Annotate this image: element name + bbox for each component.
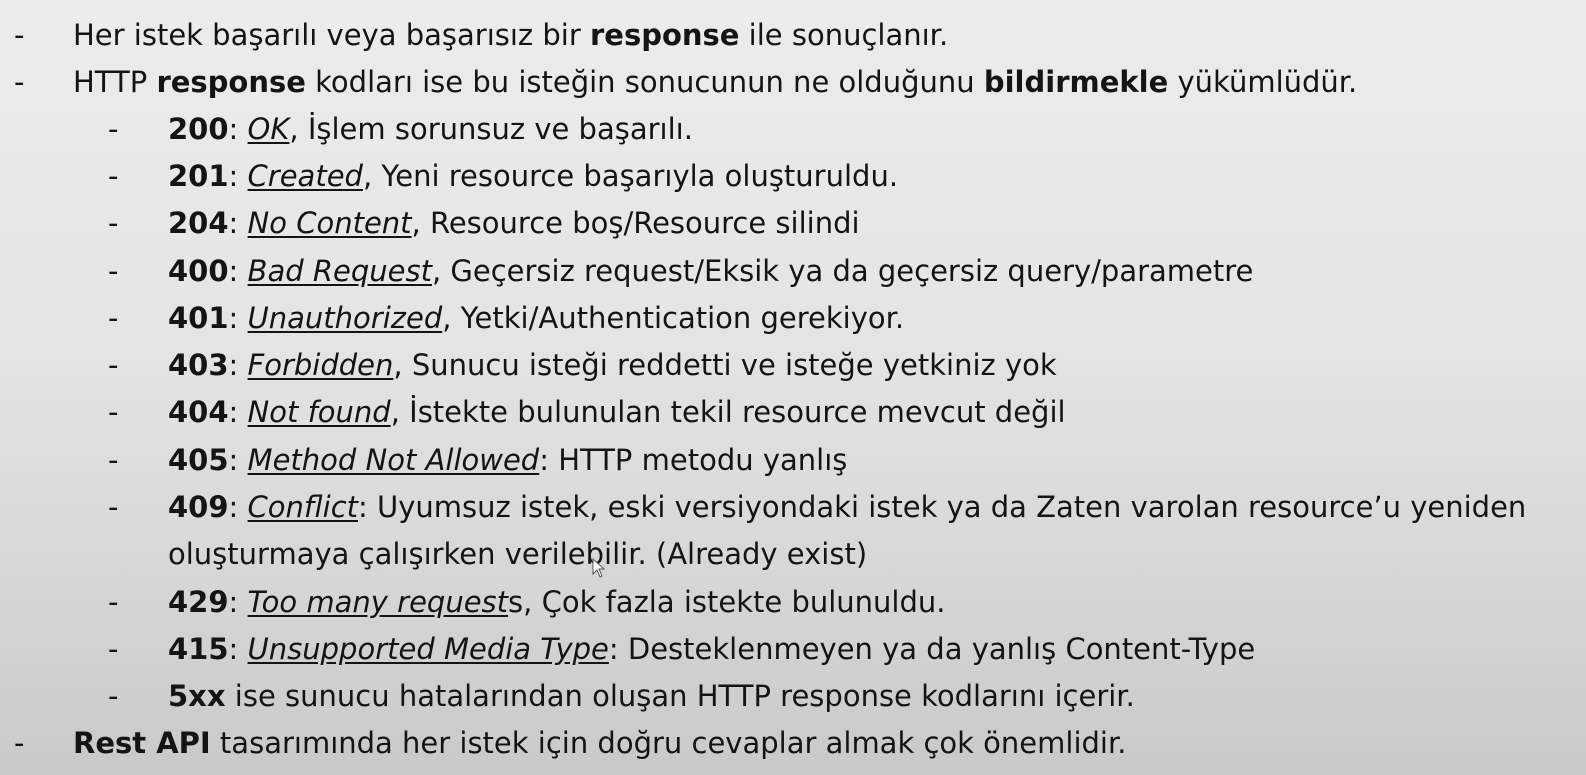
mouse-cursor-icon	[592, 558, 606, 578]
item-text: 204: No Content, Resource boş/Resource s…	[168, 206, 860, 240]
item-text: 403: Forbidden, Sunucu isteği reddetti v…	[168, 348, 1057, 382]
bullet-dash: -	[108, 301, 119, 335]
bullet-dash: -	[108, 206, 119, 240]
bullet-dash: -	[108, 632, 119, 666]
status-term: Unsupported Media Type	[247, 632, 609, 666]
bullet-dash: -	[108, 254, 119, 288]
item-text: HTTP response kodları ise bu isteğin son…	[73, 65, 1358, 99]
item-text: 405: Method Not Allowed: HTTP metodu yan…	[168, 443, 848, 477]
item-text: 201: Created, Yeni resource başarıyla ol…	[168, 159, 899, 193]
status-code: 403	[168, 348, 229, 382]
bullet-dash: -	[108, 395, 119, 429]
status-code-item: - 400: Bad Request, Geçersiz request/Eks…	[0, 248, 1586, 295]
item-text: 400: Bad Request, Geçersiz request/Eksik…	[168, 254, 1254, 288]
status-code: 400	[168, 254, 229, 288]
item-text: 404: Not found, İstekte bulunulan tekil …	[168, 395, 1066, 429]
bullet-dash: -	[108, 679, 119, 713]
status-term: OK	[247, 112, 290, 146]
status-code-item: - 200: OK, İşlem sorunsuz ve başarılı.	[0, 106, 1586, 153]
status-term: Bad Request	[247, 254, 432, 288]
item-text: Rest API tasarımında her istek için doğr…	[73, 726, 1127, 760]
status-code: 200	[168, 112, 229, 146]
status-code: 401	[168, 301, 229, 335]
list-item: - HTTP response kodları ise bu isteğin s…	[0, 59, 1586, 106]
item-text: 409: Conflict: Uyumsuz istek, eski versi…	[168, 490, 1527, 524]
status-code-item: - 5xx ise sunucu hatalarından oluşan HTT…	[0, 673, 1586, 720]
bullet-dash: -	[108, 443, 119, 477]
bullet-dash: -	[108, 348, 119, 382]
item-text: Her istek başarılı veya başarısız bir re…	[73, 18, 949, 52]
status-code-item: - 403: Forbidden, Sunucu isteği reddetti…	[0, 342, 1586, 389]
status-code-item: - 401: Unauthorized, Yetki/Authenticatio…	[0, 295, 1586, 342]
status-code: 405	[168, 443, 229, 477]
status-code-item: - 405: Method Not Allowed: HTTP metodu y…	[0, 437, 1586, 484]
status-code-item: - 404: Not found, İstekte bulunulan teki…	[0, 389, 1586, 436]
status-code-item: - 409: Conflict: Uyumsuz istek, eski ver…	[0, 484, 1586, 531]
status-term: Too many request	[247, 585, 509, 619]
status-code: 201	[168, 159, 229, 193]
bullet-dash: -	[108, 585, 119, 619]
item-text: 5xx ise sunucu hatalarından oluşan HTTP …	[168, 679, 1135, 713]
status-term: Conflict	[247, 490, 359, 524]
status-code: 204	[168, 206, 229, 240]
status-code: 5xx	[168, 679, 226, 713]
status-code-item: - 204: No Content, Resource boş/Resource…	[0, 200, 1586, 247]
status-code-item: - 201: Created, Yeni resource başarıyla …	[0, 153, 1586, 200]
status-code: 404	[168, 395, 229, 429]
status-code-item: - 415: Unsupported Media Type: Desteklen…	[0, 626, 1586, 673]
status-term: Method Not Allowed	[247, 443, 540, 477]
bullet-dash: -	[14, 726, 25, 760]
bullet-dash: -	[14, 65, 25, 99]
status-term: Unauthorized	[247, 301, 443, 335]
status-term: Not found	[247, 395, 391, 429]
bullet-dash: -	[108, 159, 119, 193]
item-text: 200: OK, İşlem sorunsuz ve başarılı.	[168, 112, 693, 146]
status-term: No Content	[247, 206, 412, 240]
status-code-item-continuation: oluşturmaya çalışırken verilebilir. (Alr…	[0, 531, 1586, 578]
bullet-dash: -	[14, 18, 25, 52]
status-term: Created	[247, 159, 363, 193]
status-code: 415	[168, 632, 229, 666]
item-text: 415: Unsupported Media Type: Desteklenme…	[168, 632, 1256, 666]
status-term: Forbidden	[247, 348, 394, 382]
status-code: 429	[168, 585, 229, 619]
bullet-dash: -	[108, 490, 119, 524]
status-code-item: - 429: Too many requests, Çok fazla iste…	[0, 579, 1586, 626]
bullet-dash: -	[108, 112, 119, 146]
list-item: - Rest API tasarımında her istek için do…	[0, 720, 1586, 767]
list-item: - Her istek başarılı veya başarısız bir …	[0, 12, 1586, 59]
item-text: 429: Too many requests, Çok fazla istekt…	[168, 585, 946, 619]
item-text: oluşturmaya çalışırken verilebilir. (Alr…	[168, 537, 868, 571]
item-text: 401: Unauthorized, Yetki/Authentication …	[168, 301, 905, 335]
status-code: 409	[168, 490, 229, 524]
